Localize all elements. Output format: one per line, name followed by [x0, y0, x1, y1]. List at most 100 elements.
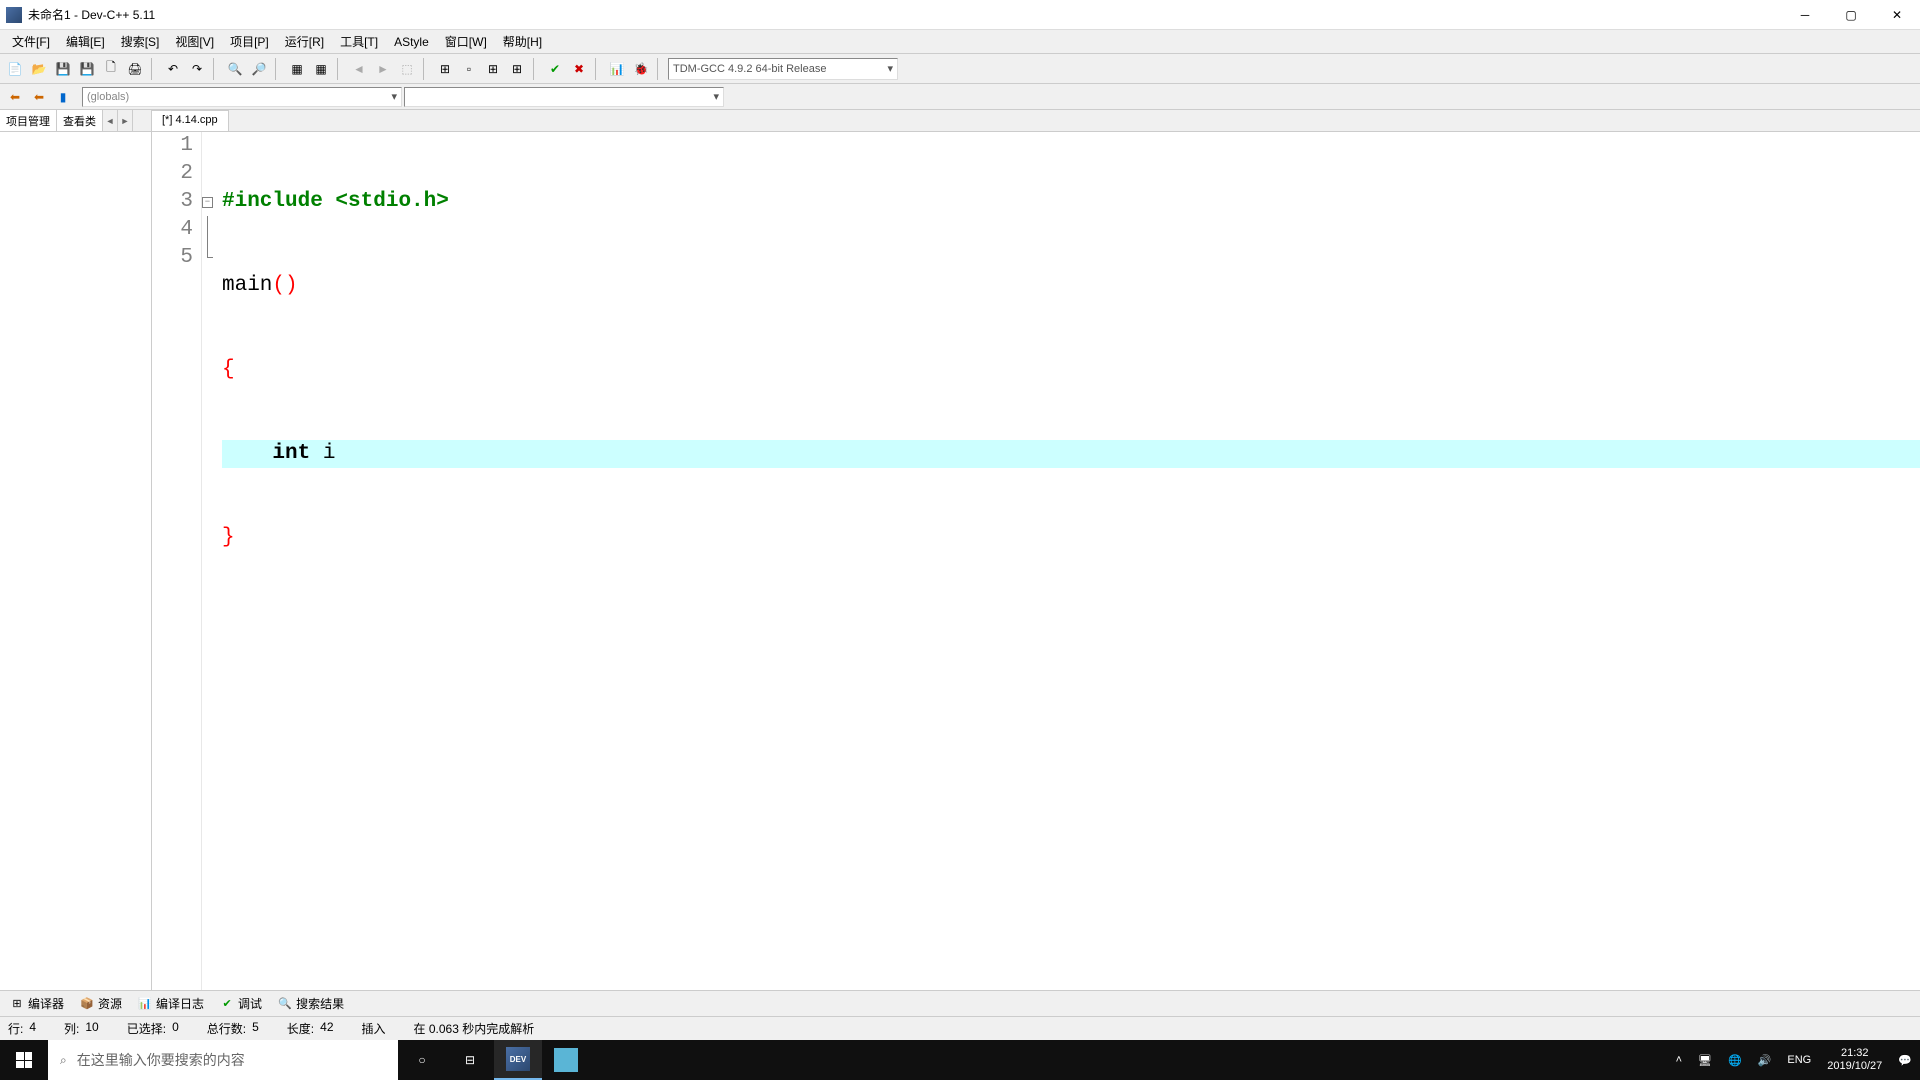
code-token-indent	[222, 442, 272, 465]
new-file-icon[interactable]: 📄	[4, 58, 26, 80]
tray-expand-icon[interactable]: ˄	[1668, 1040, 1690, 1080]
start-button[interactable]	[0, 1040, 48, 1080]
back-icon[interactable]: ◄	[348, 58, 370, 80]
taskbar-search[interactable]: ⌕ 在这里输入你要搜索的内容	[48, 1040, 398, 1080]
window-title: 未命名1 - Dev-C++ 5.11	[28, 6, 1782, 23]
stop-icon[interactable]: ✖	[568, 58, 590, 80]
line-number-gutter: 1 2 3 4 5	[152, 132, 202, 990]
compile-icon[interactable]: ⊞	[434, 58, 456, 80]
rebuild-icon[interactable]: ⊞	[506, 58, 528, 80]
code-token-brace-close: }	[222, 526, 235, 549]
close-file-icon[interactable]: 🗋	[100, 58, 122, 80]
fold-gutter: −	[202, 132, 216, 990]
menu-file[interactable]: 文件[F]	[4, 30, 58, 53]
bottom-tab-resources[interactable]: 📦资源	[76, 993, 126, 1014]
menu-window[interactable]: 窗口[W]	[437, 30, 495, 53]
tray-volume-icon[interactable]: 🔊	[1750, 1040, 1780, 1080]
windows-taskbar: ⌕ 在这里输入你要搜索的内容 ○ ⊟ DEV ˄ 🖥 🌐 🔊 ENG 21:32…	[0, 1040, 1920, 1080]
print-icon[interactable]: 🖨	[124, 58, 146, 80]
status-total-lines: 总行数:5	[207, 1020, 259, 1037]
scope-select[interactable]: (globals)	[82, 87, 402, 107]
tray-display-icon[interactable]: 🖥	[1690, 1040, 1720, 1080]
menu-view[interactable]: 视图[V]	[167, 30, 222, 53]
forward-icon[interactable]: ►	[372, 58, 394, 80]
fold-toggle-icon[interactable]: −	[202, 197, 213, 208]
menu-search[interactable]: 搜索[S]	[113, 30, 168, 53]
menu-run[interactable]: 运行[R]	[277, 30, 332, 53]
code-content[interactable]: #include <stdio.h> main() { int i }	[216, 132, 1920, 990]
tray-notifications-icon[interactable]: 💬	[1890, 1040, 1920, 1080]
file-tab-current[interactable]: [*] 4.14.cpp	[152, 110, 229, 131]
code-token-brace-open: {	[222, 358, 235, 381]
bottom-tab-debug[interactable]: ✔调试	[216, 993, 266, 1014]
menu-edit[interactable]: 编辑[E]	[58, 30, 113, 53]
goto-func-icon[interactable]: ⬅	[4, 86, 26, 108]
line-number: 3	[152, 188, 193, 216]
status-bar: 行:4 列:10 已选择:0 总行数:5 长度:42 插入 在 0.063 秒内…	[0, 1016, 1920, 1040]
bottom-tab-search-results[interactable]: 🔍搜索结果	[274, 993, 348, 1014]
bottom-panel-tabs: ⊞编译器 📦资源 📊编译日志 ✔调试 🔍搜索结果	[0, 990, 1920, 1016]
run-icon[interactable]: ▫	[458, 58, 480, 80]
code-token-type-int: int	[272, 442, 310, 465]
sidebar-tab-project[interactable]: 项目管理	[0, 110, 57, 131]
bookmark-icon[interactable]: ▮	[52, 86, 74, 108]
menu-project[interactable]: 项目[P]	[222, 30, 277, 53]
menu-astyle[interactable]: AStyle	[386, 32, 437, 52]
tray-network-icon[interactable]: 🌐	[1720, 1040, 1750, 1080]
task-view-icon[interactable]: ⊟	[446, 1040, 494, 1080]
taskbar-app-other[interactable]	[542, 1040, 590, 1080]
main-toolbar: 📄 📂 💾 💾 🗋 🖨 ↶ ↷ 🔍 🔎 ▦ ▦ ◄ ► ⬚ ⊞ ▫ ⊞ ⊞ ✔ …	[0, 54, 1920, 84]
taskbar-app-devcpp[interactable]: DEV	[494, 1040, 542, 1080]
tool-icon-2[interactable]: ▦	[310, 58, 332, 80]
redo-icon[interactable]: ↷	[186, 58, 208, 80]
code-token-include: #include	[222, 190, 323, 213]
delete-profile-icon[interactable]: 🐞	[630, 58, 652, 80]
maximize-button[interactable]: ▢	[1828, 0, 1874, 30]
sidebar-nav-right[interactable]: ►	[118, 110, 133, 131]
status-selected: 已选择:0	[127, 1020, 179, 1037]
main-area: 项目管理 查看类 ◄ ► [*] 4.14.cpp 1 2 3 4 5 −	[0, 110, 1920, 990]
undo-icon[interactable]: ↶	[162, 58, 184, 80]
status-length: 长度:42	[287, 1020, 334, 1037]
new-class-icon[interactable]: ⬅	[28, 86, 50, 108]
bottom-tab-compile-log[interactable]: 📊编译日志	[134, 993, 208, 1014]
code-editor[interactable]: 1 2 3 4 5 − #include <stdio.h> main() { …	[152, 132, 1920, 990]
sidebar-tab-classes[interactable]: 查看类	[57, 110, 103, 131]
open-file-icon[interactable]: 📂	[28, 58, 50, 80]
minimize-button[interactable]: ─	[1782, 0, 1828, 30]
sidebar-nav-left[interactable]: ◄	[103, 110, 118, 131]
profile-icon[interactable]: 📊	[606, 58, 628, 80]
compiler-grid-icon: ⊞	[10, 997, 24, 1011]
line-number: 4	[152, 216, 193, 244]
debug-check-icon: ✔	[220, 997, 234, 1011]
cortana-icon[interactable]: ○	[398, 1040, 446, 1080]
member-select[interactable]	[404, 87, 724, 107]
code-token-main: main	[222, 274, 272, 297]
bottom-tab-compiler[interactable]: ⊞编译器	[6, 993, 68, 1014]
tool-icon-1[interactable]: ▦	[286, 58, 308, 80]
line-number: 5	[152, 244, 193, 272]
sidebar: 项目管理 查看类 ◄ ►	[0, 110, 152, 990]
close-button[interactable]: ✕	[1874, 0, 1920, 30]
system-tray: ˄ 🖥 🌐 🔊 ENG 21:32 2019/10/27 💬	[1668, 1040, 1920, 1080]
tray-date: 2019/10/27	[1827, 1060, 1882, 1073]
tray-language[interactable]: ENG	[1779, 1040, 1819, 1080]
compiler-select[interactable]: TDM-GCC 4.9.2 64-bit Release	[668, 58, 898, 80]
menu-help[interactable]: 帮助[H]	[495, 30, 550, 53]
code-token-paren: ()	[272, 274, 297, 297]
find-icon[interactable]: 🔍	[224, 58, 246, 80]
goto-icon[interactable]: ⬚	[396, 58, 418, 80]
status-col: 列:10	[64, 1020, 99, 1037]
debug-icon[interactable]: ✔	[544, 58, 566, 80]
save-all-icon[interactable]: 💾	[76, 58, 98, 80]
line-number: 1	[152, 132, 193, 160]
search-icon: 🔍	[278, 997, 292, 1011]
status-insert-mode: 插入	[362, 1020, 386, 1037]
save-icon[interactable]: 💾	[52, 58, 74, 80]
menu-tools[interactable]: 工具[T]	[332, 30, 386, 53]
replace-icon[interactable]: 🔎	[248, 58, 270, 80]
status-parse-time: 在 0.063 秒内完成解析	[414, 1020, 535, 1037]
compile-run-icon[interactable]: ⊞	[482, 58, 504, 80]
title-bar: 未命名1 - Dev-C++ 5.11 ─ ▢ ✕	[0, 0, 1920, 30]
tray-clock[interactable]: 21:32 2019/10/27	[1819, 1040, 1890, 1080]
